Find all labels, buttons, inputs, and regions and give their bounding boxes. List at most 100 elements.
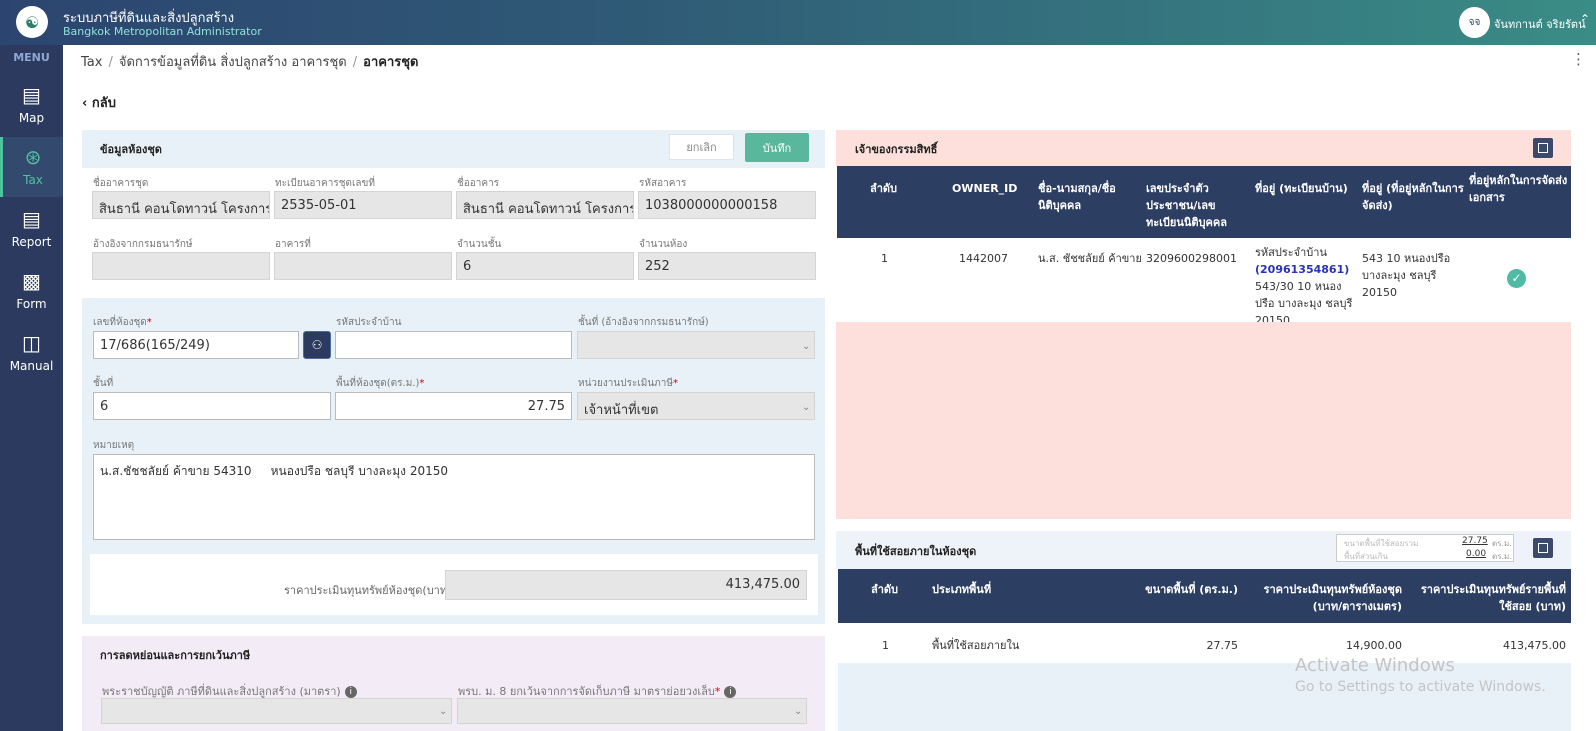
- report-icon: ▤: [22, 207, 41, 231]
- more-options-icon[interactable]: ⋮: [1571, 50, 1586, 68]
- chevron-down-icon: ⌄: [802, 341, 811, 352]
- floor-treasury-select[interactable]: [577, 331, 815, 359]
- col-id-no: เลขประจำตัวประชาชน/เลขทะเบียนนิติบุคคล: [1146, 182, 1227, 229]
- area-label: พื้นที่ห้องชุด(ตร.ม.)*: [336, 378, 425, 389]
- unit-info-title: ข้อมูลห้องชุด: [100, 143, 162, 156]
- decree-select[interactable]: [101, 698, 452, 724]
- save-button[interactable]: บันทึก: [745, 133, 809, 162]
- chevron-up-icon[interactable]: ⌃: [1580, 12, 1590, 26]
- back-label: กลับ: [91, 96, 116, 111]
- table-row[interactable]: 1 1442007 น.ส. ชัชชลัยย์ ค้าขาย 32096002…: [837, 238, 1571, 327]
- info-icon[interactable]: i: [344, 686, 357, 698]
- unit-no-label: เลขที่ห้องชุด*: [93, 317, 152, 328]
- sidebar-item-form[interactable]: ▩ Form: [0, 261, 63, 321]
- book-icon: ◫: [22, 331, 41, 355]
- house-code-link[interactable]: (20961354861): [1255, 263, 1349, 276]
- sidebar-item-label: Report: [11, 235, 52, 249]
- registration-field: 2535-05-01: [274, 191, 452, 219]
- back-button[interactable]: ‹ กลับ: [82, 92, 116, 113]
- col-total-price: ราคาประเมินทุนทรัพย์รายพื้นที่ใช้สอย (บา…: [1420, 583, 1566, 613]
- breadcrumb-item-manage[interactable]: จัดการข้อมูลที่ดิน สิ่งปลูกสร้าง อาคารชุ…: [119, 55, 347, 70]
- breadcrumb-item-tax[interactable]: Tax: [81, 55, 102, 70]
- top-bar: ☯ ระบบภาษีที่ดินและสิ่งปลูกสร้าง Bangkok…: [0, 0, 1596, 45]
- col-no: ลำดับ: [870, 182, 898, 195]
- building-field: สินธานี คอนโดทาวน์ โครงการ 2 อ: [456, 191, 634, 219]
- cancel-button[interactable]: ยกเลิก: [669, 134, 734, 160]
- sidebar-item-label: Map: [18, 111, 45, 125]
- floors-field: 6: [456, 252, 634, 280]
- expand-icon[interactable]: [1533, 538, 1553, 558]
- area-size: 27.75: [1206, 639, 1239, 652]
- owner-id-no: 3209600298001: [1146, 252, 1237, 265]
- owner-name: น.ส. ชัชชลัยย์ ค้าขาย: [1038, 252, 1142, 265]
- breadcrumb-item-current: อาคารชุด: [363, 55, 419, 70]
- price-field: 413,475.00: [445, 570, 807, 600]
- col-house-addr: ที่อยู่ (ทะเบียนบ้าน): [1255, 182, 1348, 195]
- col-mail-addr: ที่อยู่ (ที่อยู่หลักในการจัดส่ง): [1362, 182, 1464, 212]
- rooms-label: จำนวนห้อง: [639, 239, 688, 250]
- activate-windows-title: Activate Windows: [1295, 655, 1455, 676]
- building-name-field: สินธานี คอนโดทาวน์ โครงการ 2 อ: [92, 191, 270, 219]
- floors-label: จำนวนชั้น: [457, 239, 502, 250]
- sidebar-item-map[interactable]: ▤ Map: [0, 75, 63, 135]
- user-name[interactable]: จันทกานต์ จริยรัตน์: [1494, 15, 1586, 33]
- owners-title: เจ้าของกรรมสิทธิ์: [855, 143, 938, 156]
- col-area-type: ประเภทพื้นที่: [932, 583, 992, 596]
- map-icon: ▤: [22, 83, 41, 107]
- house-code-label: รหัสประจำบ้าน: [336, 317, 402, 328]
- sidebar-item-report[interactable]: ▤ Report: [0, 199, 63, 259]
- col-owner-id: OWNER_ID: [952, 182, 1018, 195]
- floor-treasury-label: ชั้นที่ (อ้างอิงจากกรมธนารักษ์): [578, 317, 709, 328]
- remark-label: หมายเหตุ: [93, 440, 135, 451]
- sidebar-item-manual[interactable]: ◫ Manual: [0, 323, 63, 383]
- remark-textarea[interactable]: น.ส.ชัชชลัยย์ ค้าขาย 54310 หนองปรือ ชลบุ…: [93, 454, 815, 540]
- rooms-field: 252: [638, 252, 816, 280]
- area-input[interactable]: 27.75: [335, 392, 572, 420]
- sidebar-item-label: Form: [16, 297, 47, 311]
- col-area-size: ขนาดพื้นที่ (ตร.ม.): [1145, 583, 1238, 596]
- areas-footer: [838, 663, 1571, 731]
- sidebar-item-tax[interactable]: ⊛ Tax: [0, 137, 63, 197]
- people-icon: ⚇: [311, 338, 323, 352]
- expand-icon[interactable]: [1533, 138, 1553, 158]
- col-primary-mail: ที่อยู่หลักในการจัดส่งเอกสาร: [1469, 174, 1568, 204]
- sidebar: MENU ▤ Map ⊛ Tax ▤ Report ▩ Form ◫ Manua…: [0, 45, 63, 731]
- form-doc-icon: ▩: [22, 269, 41, 293]
- exempt-select[interactable]: [457, 698, 807, 724]
- chevron-down-icon: ⌄: [439, 706, 448, 717]
- owners-table-header: ลำดับ OWNER_ID ชื่อ-นามสกุล/ชื่อนิติบุคค…: [837, 166, 1571, 238]
- owners-header: [836, 130, 1571, 166]
- activate-windows-subtitle: Go to Settings to activate Windows.: [1295, 679, 1546, 695]
- col-price-sqm: ราคาประเมินทุนทรัพย์ห้องชุด (บาท/ตารางเม…: [1263, 583, 1402, 613]
- building-code-label: รหัสอาคาร: [639, 178, 687, 189]
- registration-label: ทะเบียนอาคารชุดเลขที่: [275, 178, 375, 189]
- owner-id: 1442007: [959, 252, 1008, 265]
- area-total-price: 413,475.00: [1503, 639, 1566, 652]
- owner-search-button[interactable]: ⚇: [303, 331, 331, 359]
- building-no-label: อาคารที่: [275, 239, 311, 250]
- excess-area-value: 0.00: [1466, 549, 1487, 559]
- chevron-down-icon: ⌄: [794, 706, 803, 717]
- areas-table-header: ลำดับ ประเภทพื้นที่ ขนาดพื้นที่ (ตร.ม.) …: [838, 569, 1571, 623]
- owner-house-addr: รหัสประจำบ้าน (20961354861) 543/30 10 หน…: [1255, 246, 1353, 327]
- assessment-unit-select[interactable]: เจ้าหน้าที่เขต: [577, 392, 815, 420]
- building-no-field: [274, 252, 452, 280]
- treasury-ref-field: [92, 252, 270, 280]
- user-avatar[interactable]: จจ: [1459, 7, 1490, 38]
- owner-mail-addr: 543 10 หนองปรือ บางละมุง ชลบุรี 20150: [1362, 252, 1451, 299]
- app-subtitle: Bangkok Metropolitan Administrator: [63, 25, 262, 38]
- assessment-unit-label: หน่วยงานประเมินภาษี*: [578, 378, 678, 389]
- area-no: 1: [882, 639, 889, 652]
- owners-empty-area: [836, 322, 1571, 519]
- total-area-value: 27.75: [1462, 536, 1488, 546]
- unit-no-input[interactable]: 17/686(165/249): [93, 331, 299, 359]
- chevron-left-icon: ‹: [82, 96, 88, 111]
- table-row[interactable]: 1 พื้นที่ใช้สอยภายใน 27.75 14,900.00 413…: [838, 623, 1571, 663]
- menu-label: MENU: [13, 51, 50, 64]
- info-icon[interactable]: i: [724, 686, 737, 698]
- house-code-input[interactable]: [335, 331, 572, 359]
- floor-label: ชั้นที่: [93, 378, 114, 389]
- breadcrumb: Tax / จัดการข้อมูลที่ดิน สิ่งปลูกสร้าง อาค…: [81, 55, 419, 70]
- floor-input[interactable]: 6: [93, 392, 331, 420]
- area-type: พื้นที่ใช้สอยภายใน: [932, 639, 1020, 652]
